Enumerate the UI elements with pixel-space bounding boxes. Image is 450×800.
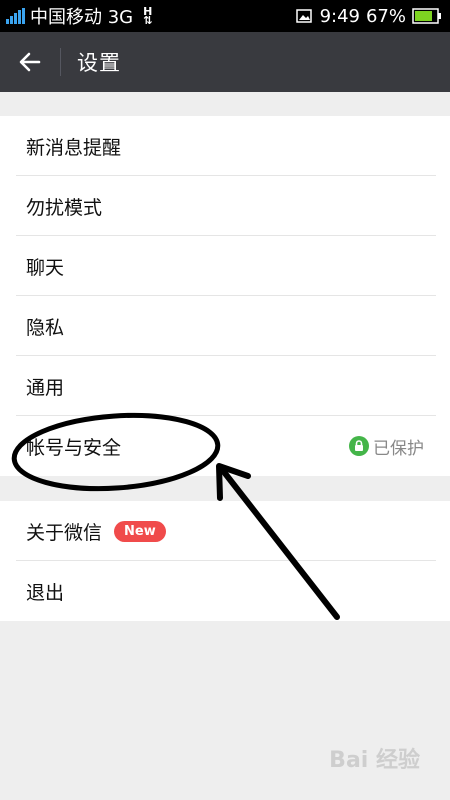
settings-item-label: 帐号与安全 (26, 436, 122, 459)
settings-item-do-not-disturb[interactable]: 勿扰模式 (0, 176, 450, 236)
page-title: 设置 (77, 51, 121, 75)
status-bar: 中国移动 3G H ⇅ 9:49 67% (0, 0, 450, 32)
clock: 9:49 (319, 5, 360, 27)
settings-item-notifications[interactable]: 新消息提醒 (0, 116, 450, 176)
settings-item-label: 隐私 (26, 316, 65, 339)
settings-item-label: 通用 (26, 376, 65, 399)
settings-item-label: 勿扰模式 (26, 196, 103, 219)
settings-item-general[interactable]: 通用 (0, 356, 450, 416)
arrow-left-icon (19, 52, 41, 72)
lock-icon (349, 436, 369, 456)
settings-group-secondary: 关于微信 New 退出 (0, 501, 450, 621)
settings-item-logout[interactable]: 退出 (0, 561, 450, 621)
settings-item-label: 关于微信 (26, 521, 103, 544)
settings-item-label: 退出 (26, 581, 65, 604)
battery-percent: 67% (365, 5, 406, 27)
settings-item-label: 聊天 (26, 256, 65, 279)
app-bar: 设置 (0, 32, 450, 92)
watermark: Bai 经验 (329, 748, 420, 773)
carrier-name: 中国移动 3G (30, 7, 134, 28)
account-protection-status: 已保护 (349, 416, 424, 476)
settings-item-account-security[interactable]: 帐号与安全 已保护 (0, 416, 450, 476)
battery-icon (412, 8, 441, 24)
settings-item-privacy[interactable]: 隐私 (0, 296, 450, 356)
data-activity-icon: H ⇅ (143, 5, 153, 27)
settings-group-main: 新消息提醒 勿扰模式 聊天 隐私 通用 帐号与安全 已保护 (0, 116, 450, 476)
settings-item-about[interactable]: 关于微信 New (0, 501, 450, 561)
image-notification-icon (295, 9, 312, 23)
new-badge: New (114, 520, 166, 542)
protection-status-text: 已保护 (373, 438, 424, 459)
signal-strength-icon (6, 8, 26, 24)
back-button[interactable] (0, 32, 60, 92)
settings-item-label: 新消息提醒 (26, 136, 122, 159)
settings-item-chat[interactable]: 聊天 (0, 236, 450, 296)
